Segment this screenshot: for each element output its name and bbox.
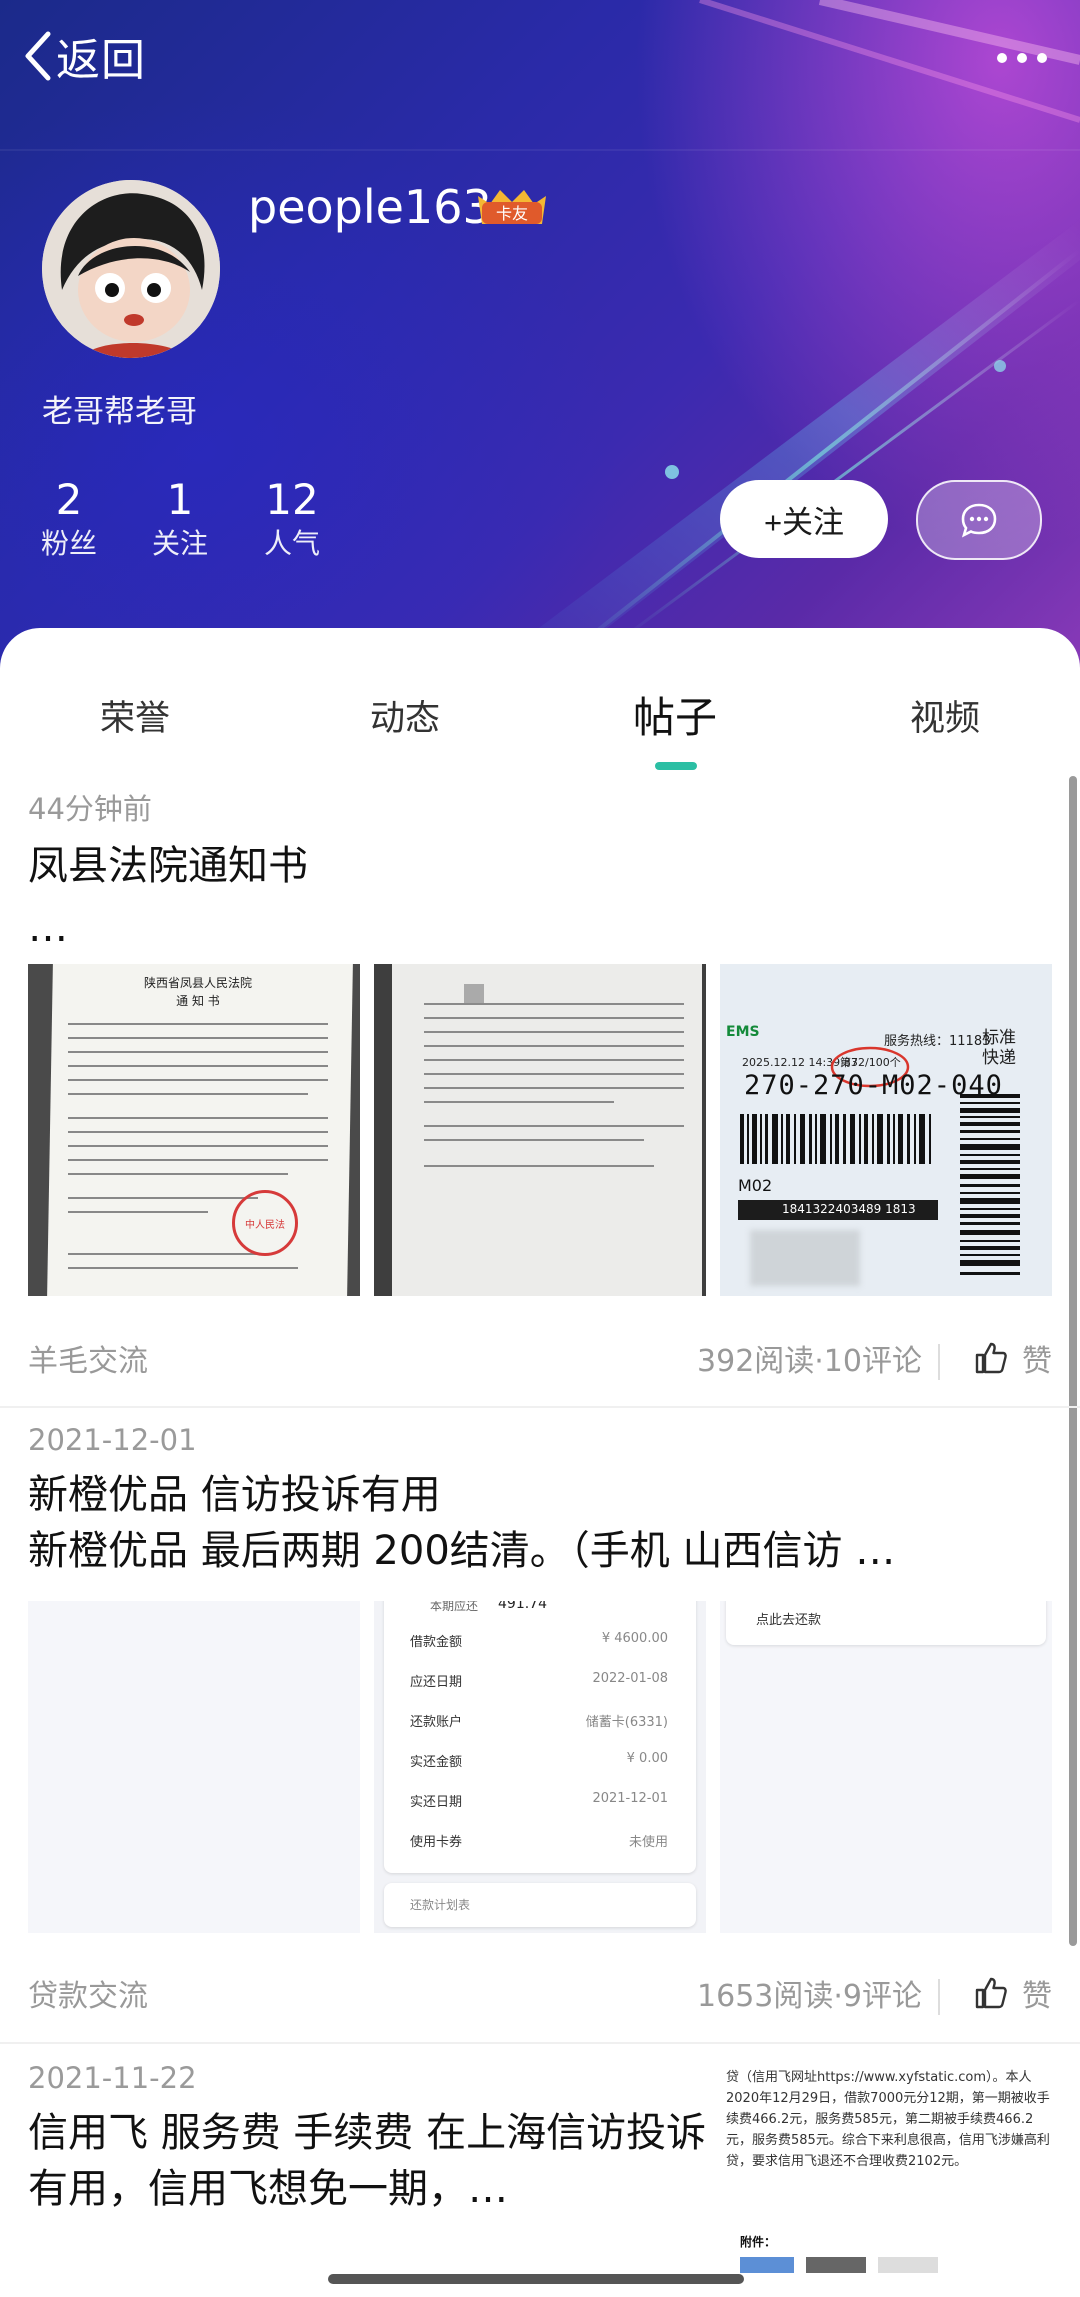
post-image-complaint-text[interactable]: 贷（信用飞网址https://www.xyfstatic.com）。本人2020… (726, 2067, 1052, 2281)
chat-bubble-icon (961, 503, 997, 538)
post-image-repayment-details[interactable]: 本期应还 491.74 借款金额 ¥ 4600.00 应还日期 2022-01-… (374, 1601, 706, 1933)
back-label: 返回 (56, 35, 146, 86)
post-stats: 392阅读·10评论 (697, 1344, 922, 1379)
repay-row-label: 实还日期 (410, 1795, 463, 1810)
post-image-notice-page[interactable] (374, 964, 706, 1296)
post-stats: 1653阅读·9评论 (697, 1979, 922, 2014)
follow-button[interactable]: +关注 (720, 480, 888, 558)
home-indicator[interactable] (328, 2274, 744, 2284)
post-title: 凤县法院通知书 (28, 843, 308, 889)
post-item[interactable]: 44分钟前 凤县法院通知书 … 陕西省凤县人民法院 通 知 书 中人民法 EMS… (28, 786, 1052, 1406)
ems-sub-code: M02 (738, 1176, 773, 1195)
post-image-court-notice[interactable]: 陕西省凤县人民法院 通 知 书 中人民法 (28, 964, 360, 1296)
post-excerpt: 新橙优品 最后两期 200结清。（手机 山西信访 … (28, 1528, 896, 1574)
stat-value: 12 (265, 475, 319, 524)
repay-now-link: 点此去还款 (756, 1613, 822, 1628)
post-divider (0, 1406, 1080, 1408)
like-label: 赞 (1022, 1344, 1052, 1379)
post-time: 2021-12-01 (28, 1423, 197, 1457)
repay-row-label: 应还日期 (410, 1675, 463, 1690)
footer-divider (938, 1344, 940, 1380)
post-footer: 羊毛交流 392阅读·10评论 赞 (28, 1336, 1052, 1386)
like-button[interactable]: 赞 (974, 1336, 1052, 1380)
blurred-address (750, 1230, 860, 1286)
ems-number: 1841322403489 1813 (782, 1202, 916, 1216)
repay-row-value: ¥ 4600.00 (601, 1631, 668, 1646)
like-button[interactable]: 赞 (974, 1971, 1052, 2015)
repay-row-value: 2022-01-08 (592, 1671, 668, 1686)
footer-divider (938, 1979, 940, 2015)
notice-subheading: 通 知 书 (176, 994, 220, 1008)
user-bio: 老哥帮老哥 (42, 394, 197, 430)
card-friend-badge: 卡友 (478, 190, 546, 224)
post-item[interactable]: 2021-11-22 信用飞 服务费 手续费 在上海信访投诉有用，信用飞想免一期… (28, 2061, 1052, 2297)
scrollbar[interactable] (1069, 776, 1077, 1946)
stat-fans[interactable]: 2 粉丝 (24, 476, 114, 564)
repay-row-label: 使用卡券 (410, 1835, 463, 1850)
ems-logo: EMS (726, 1024, 760, 1040)
tab-videos[interactable]: 视频 (910, 690, 980, 741)
post-images: 本期应还 491.74 借款金额 ¥ 4600.00 应还日期 2022-01-… (28, 1601, 1052, 1933)
content-card: 荣誉 动态 帖子 视频 44分钟前 凤县法院通知书 … 陕西省凤县人民法院 通 … (0, 628, 1080, 2297)
barcode (740, 1114, 931, 1164)
vertical-barcode (960, 1094, 1020, 1275)
repay-row-value: 储蓄卡(6331) (585, 1715, 668, 1730)
repay-top-label: 本期应还 (430, 1601, 479, 1613)
stat-label: 粉丝 (40, 527, 97, 560)
notice-text-lines (68, 1023, 328, 1269)
avatar[interactable] (42, 180, 220, 358)
ems-label-type: 标准快递 (982, 1028, 1016, 1068)
notice-text-lines (424, 1003, 684, 1167)
notice-heading: 陕西省凤县人民法院 (143, 976, 252, 990)
post-category[interactable]: 羊毛交流 (28, 1336, 148, 1380)
repay-row-value: 2021-12-01 (592, 1791, 668, 1806)
tab-honors[interactable]: 荣誉 (100, 690, 170, 741)
chevron-left-icon (25, 31, 51, 81)
repay-row-value: 未使用 (628, 1835, 668, 1850)
tab-posts[interactable]: 帖子 (633, 684, 717, 745)
more-options-icon[interactable] (992, 38, 1052, 78)
post-category[interactable]: 贷款交流 (28, 1971, 148, 2015)
thumbs-up-icon (975, 1342, 1007, 1374)
post-title: 信用飞 服务费 手续费 在上海信访投诉有用，信用飞想免一期，… (28, 2110, 707, 2212)
stat-value: 1 (166, 475, 194, 524)
post-title: 新橙优品 信访投诉有用 (28, 1472, 441, 1518)
court-seal: 中人民法 (232, 1190, 298, 1256)
repay-row-value: ¥ 0.00 (626, 1751, 668, 1766)
stat-label: 关注 (151, 527, 208, 560)
thumbs-up-icon (975, 1977, 1007, 2009)
post-item[interactable]: 2021-12-01 新橙优品 信访投诉有用 新橙优品 最后两期 200结清。（… (28, 1423, 1052, 2043)
post-image-blank[interactable] (28, 1601, 360, 1933)
active-tab-indicator (655, 762, 697, 770)
post-time: 44分钟前 (28, 792, 152, 826)
username: people163 (248, 180, 492, 234)
stat-popularity[interactable]: 12 人气 (247, 476, 337, 564)
post-image-repay-link[interactable]: 点此去还款 (720, 1601, 1052, 1933)
message-button[interactable] (916, 480, 1042, 560)
avatar-cartoon-icon (42, 180, 220, 358)
repayment-plan-link: 还款计划表 (410, 1898, 471, 1912)
repay-row-label: 还款账户 (410, 1715, 463, 1730)
stat-value: 2 (55, 475, 83, 524)
repay-row-label: 借款金额 (410, 1635, 463, 1650)
tab-activity[interactable]: 动态 (370, 690, 440, 741)
complaint-text: 贷（信用飞网址https://www.xyfstatic.com）。本人2020… (726, 2070, 1050, 2169)
attachment-label: 附件： (740, 2235, 777, 2249)
back-button[interactable]: 返回 (22, 26, 146, 86)
stat-following[interactable]: 1 关注 (135, 476, 225, 564)
post-image-ems-label[interactable]: EMS 服务热线：11183 标准快递 2025.12.12 14:39:33 … (720, 964, 1052, 1296)
post-divider (0, 2042, 1080, 2044)
post-excerpt: … (28, 905, 68, 951)
post-images: 陕西省凤县人民法院 通 知 书 中人民法 EMS 服务热线：11183 标准快递… (28, 964, 1052, 1296)
profile-header: 返回 people163 卡友 老哥帮老哥 2 粉丝 1 关注 12 人气 +关… (0, 0, 1080, 680)
like-label: 赞 (1022, 1979, 1052, 2014)
badge-label: 卡友 (496, 204, 528, 223)
post-footer: 贷款交流 1653阅读·9评论 赞 (28, 1971, 1052, 2021)
stat-label: 人气 (263, 527, 320, 560)
repay-row-label: 实还金额 (410, 1755, 463, 1770)
repay-top-value: 491.74 (498, 1601, 547, 1612)
